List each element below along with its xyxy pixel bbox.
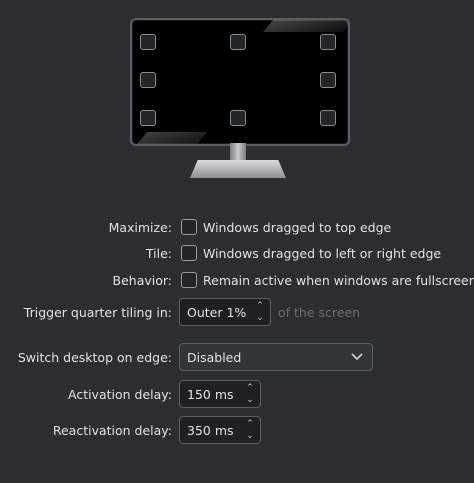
edge-button-left[interactable] [140, 72, 156, 88]
reactivation-delay-row: Reactivation delay: 350 ms ⌃ ⌄ [0, 416, 474, 444]
chevron-down-icon[interactable]: ⌄ [246, 395, 254, 405]
maximize-checkbox[interactable] [181, 219, 197, 235]
edge-button-right[interactable] [320, 72, 336, 88]
edge-button-top[interactable] [230, 34, 246, 50]
behavior-checkbox[interactable] [181, 272, 197, 288]
switch-desktop-value: Disabled [187, 349, 242, 365]
quarter-tiling-suffix: of the screen [278, 304, 361, 320]
edge-button-bottom-right[interactable] [320, 110, 336, 126]
maximize-row: Maximize: Windows dragged to top edge [0, 214, 474, 240]
activation-delay-label: Activation delay: [67, 386, 172, 402]
edge-button-bottom[interactable] [230, 110, 246, 126]
screen-edges-preview [0, 0, 474, 190]
chevron-down-icon[interactable]: ⌄ [256, 313, 264, 323]
reactivation-delay-value: 350 ms [187, 422, 234, 438]
switch-desktop-combobox[interactable]: Disabled [179, 343, 373, 371]
chevron-up-icon[interactable]: ⌃ [256, 301, 264, 311]
maximize-checkbox-text[interactable]: Windows dragged to top edge [203, 220, 391, 235]
quarter-tiling-label: Trigger quarter tiling in: [23, 304, 172, 320]
chevron-up-icon[interactable]: ⌃ [246, 383, 254, 393]
chevron-down-icon[interactable]: ⌄ [246, 431, 254, 441]
edge-button-top-left[interactable] [140, 34, 156, 50]
behavior-label: Behavior: [112, 272, 173, 288]
monitor-screen [130, 18, 350, 146]
screen-glare [132, 132, 208, 144]
tile-checkbox-text[interactable]: Windows dragged to left or right edge [203, 246, 441, 261]
reactivation-delay-spinbox[interactable]: 350 ms ⌃ ⌄ [179, 416, 261, 444]
chevron-up-icon[interactable]: ⌃ [246, 419, 254, 429]
quarter-tiling-row: Trigger quarter tiling in: Outer 1% ⌃ ⌄ … [0, 298, 474, 326]
tile-row: Tile: Windows dragged to left or right e… [0, 240, 474, 266]
behavior-checkbox-text[interactable]: Remain active when windows are fullscree… [203, 273, 474, 288]
switch-desktop-label: Switch desktop on edge: [17, 349, 172, 365]
switch-desktop-row: Switch desktop on edge: Disabled [0, 343, 474, 371]
edge-button-top-right[interactable] [320, 34, 336, 50]
activation-delay-row: Activation delay: 150 ms ⌃ ⌄ [0, 380, 474, 408]
edge-button-bottom-left[interactable] [140, 110, 156, 126]
chevron-down-icon [351, 353, 363, 361]
maximize-label: Maximize: [108, 219, 172, 235]
quarter-tiling-spinbox[interactable]: Outer 1% ⌃ ⌄ [179, 298, 271, 326]
tile-checkbox[interactable] [181, 245, 197, 261]
behavior-row: Behavior: Remain active when windows are… [0, 267, 474, 293]
reactivation-delay-label: Reactivation delay: [52, 422, 172, 438]
activation-delay-spinbox[interactable]: 150 ms ⌃ ⌄ [179, 380, 261, 408]
screen-glare [263, 20, 348, 32]
activation-delay-value: 150 ms [187, 386, 234, 402]
monitor-stand-base [190, 160, 286, 178]
tile-label: Tile: [145, 245, 172, 261]
quarter-tiling-value: Outer 1% [187, 304, 247, 320]
